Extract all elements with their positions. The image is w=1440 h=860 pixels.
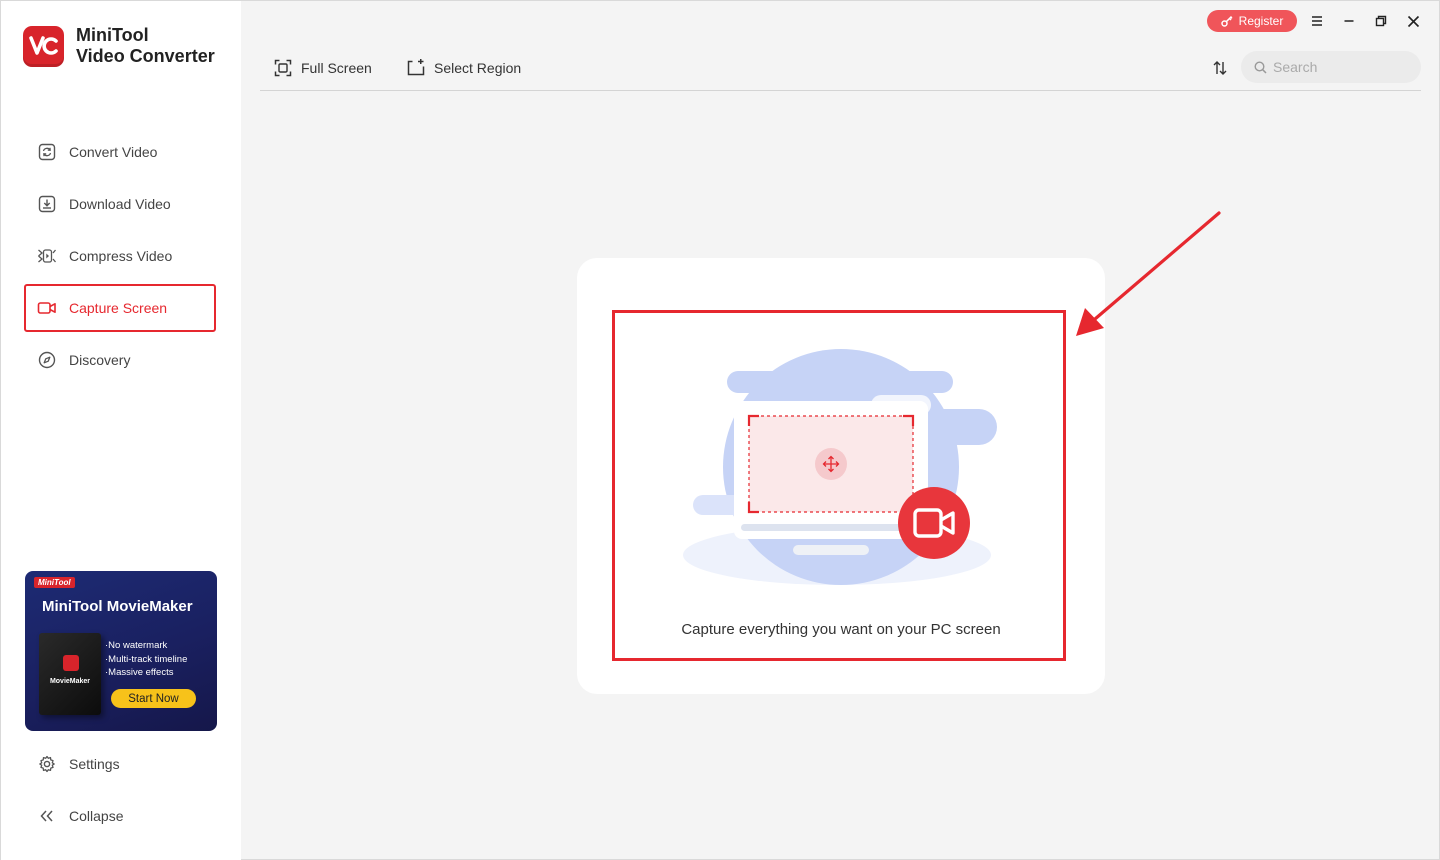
sidebar-item-label: Convert Video <box>69 144 158 160</box>
sidebar-item-label: Download Video <box>69 196 171 212</box>
collapse-label: Collapse <box>69 808 124 824</box>
sidebar-item-capture-screen[interactable]: Capture Screen <box>24 284 216 332</box>
register-label: Register <box>1238 14 1284 28</box>
promo-features: ·No watermark ·Multi-track timeline ·Mas… <box>105 639 187 680</box>
start-now-button[interactable]: Start Now <box>111 689 196 708</box>
brand: MiniTool Video Converter <box>23 25 215 67</box>
key-icon <box>1220 15 1233 27</box>
promo-title: MiniTool MovieMaker <box>42 598 193 615</box>
double-chevron-left-icon <box>37 806 57 826</box>
sort-button[interactable] <box>1209 57 1231 79</box>
app-window: MiniTool Video Converter Convert Video D… <box>0 0 1440 860</box>
close-button[interactable] <box>1403 11 1423 31</box>
register-button[interactable]: Register <box>1207 10 1297 32</box>
toolbar-divider <box>260 90 1421 91</box>
app-name-line2: Video Converter <box>76 46 215 66</box>
settings-button[interactable]: Settings <box>37 751 120 777</box>
gear-icon <box>37 754 57 774</box>
restore-button[interactable] <box>1371 11 1391 31</box>
compass-icon <box>37 350 57 370</box>
sidebar-item-discovery[interactable]: Discovery <box>24 336 216 384</box>
select-region-button[interactable]: Select Region <box>407 57 521 79</box>
sidebar-item-compress-video[interactable]: Compress Video <box>24 232 216 280</box>
minimize-button[interactable] <box>1339 11 1359 31</box>
select-region-label: Select Region <box>434 60 522 76</box>
close-icon <box>1407 15 1419 27</box>
settings-label: Settings <box>69 756 120 772</box>
full-screen-icon <box>274 59 292 77</box>
product-box-label: MovieMaker <box>49 678 91 685</box>
sort-icon <box>1213 61 1227 75</box>
minimize-icon <box>1344 20 1354 22</box>
promo-feature: ·Multi-track timeline <box>105 653 188 665</box>
hamburger-icon <box>1312 16 1322 26</box>
full-screen-label: Full Screen <box>301 60 372 76</box>
compress-icon <box>37 246 57 266</box>
app-logo-icon <box>23 25 64 67</box>
convert-icon <box>37 142 57 162</box>
sidebar-nav: Convert Video Download Video Compress Vi… <box>24 128 216 388</box>
app-name-line1: MiniTool <box>76 25 149 45</box>
download-icon <box>37 194 57 214</box>
sidebar-item-label: Capture Screen <box>69 300 168 316</box>
menu-button[interactable] <box>1307 11 1327 31</box>
sidebar-item-convert-video[interactable]: Convert Video <box>24 128 216 176</box>
promo-feature: ·No watermark <box>105 640 168 651</box>
camera-icon <box>37 298 57 318</box>
restore-icon <box>1375 15 1387 27</box>
app-name: MiniTool Video Converter <box>76 25 215 67</box>
sidebar-item-download-video[interactable]: Download Video <box>24 180 216 228</box>
annotation-highlight-box <box>612 310 1066 661</box>
sidebar-item-label: Compress Video <box>69 248 173 264</box>
promo-feature: ·Massive effects <box>105 667 174 678</box>
moviemaker-logo-icon <box>63 655 79 671</box>
full-screen-button[interactable]: Full Screen <box>274 57 372 79</box>
search-input[interactable] <box>1273 59 1413 75</box>
select-region-icon <box>407 59 425 77</box>
search-box <box>1241 51 1421 83</box>
collapse-button[interactable]: Collapse <box>37 803 123 829</box>
sidebar: MiniTool Video Converter Convert Video D… <box>1 1 241 860</box>
sidebar-item-label: Discovery <box>69 352 131 368</box>
promo-banner[interactable]: MiniTool MiniTool MovieMaker MovieMaker … <box>25 571 217 731</box>
search-icon <box>1254 60 1267 74</box>
promo-badge: MiniTool <box>34 577 75 588</box>
product-box-image: MovieMaker <box>39 633 101 715</box>
